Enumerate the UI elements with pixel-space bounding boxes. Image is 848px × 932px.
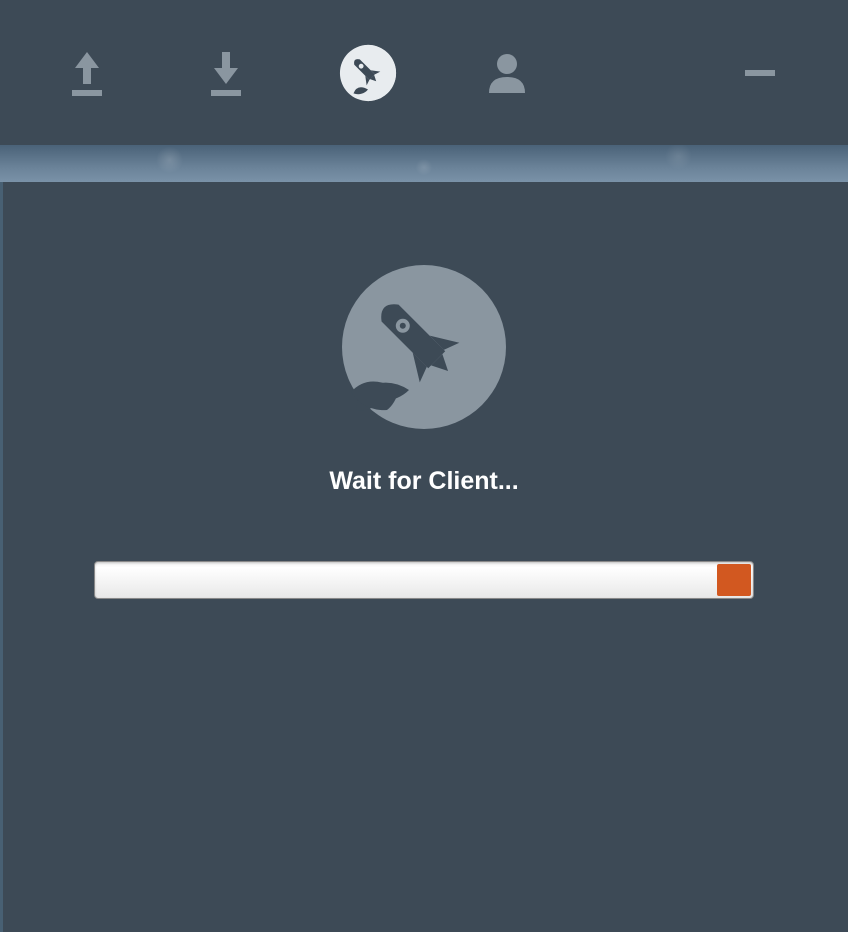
user-button[interactable] — [483, 43, 531, 103]
rocket-logo-large — [339, 262, 509, 432]
rocket-logo-button[interactable] — [338, 43, 398, 103]
content-area: Wait for Client... — [0, 182, 848, 932]
minimize-icon — [741, 54, 779, 92]
upload-button[interactable] — [60, 43, 114, 103]
download-icon — [199, 46, 253, 100]
upload-icon — [60, 46, 114, 100]
download-button[interactable] — [199, 43, 253, 103]
banner-strip — [0, 145, 848, 182]
rocket-icon — [338, 42, 398, 104]
main-logo — [339, 262, 509, 432]
minimize-button[interactable] — [741, 43, 779, 103]
progress-indicator — [717, 564, 751, 596]
status-text: Wait for Client... — [329, 467, 518, 496]
progress-bar — [94, 561, 754, 599]
toolbar — [0, 0, 848, 145]
user-icon — [483, 49, 531, 97]
